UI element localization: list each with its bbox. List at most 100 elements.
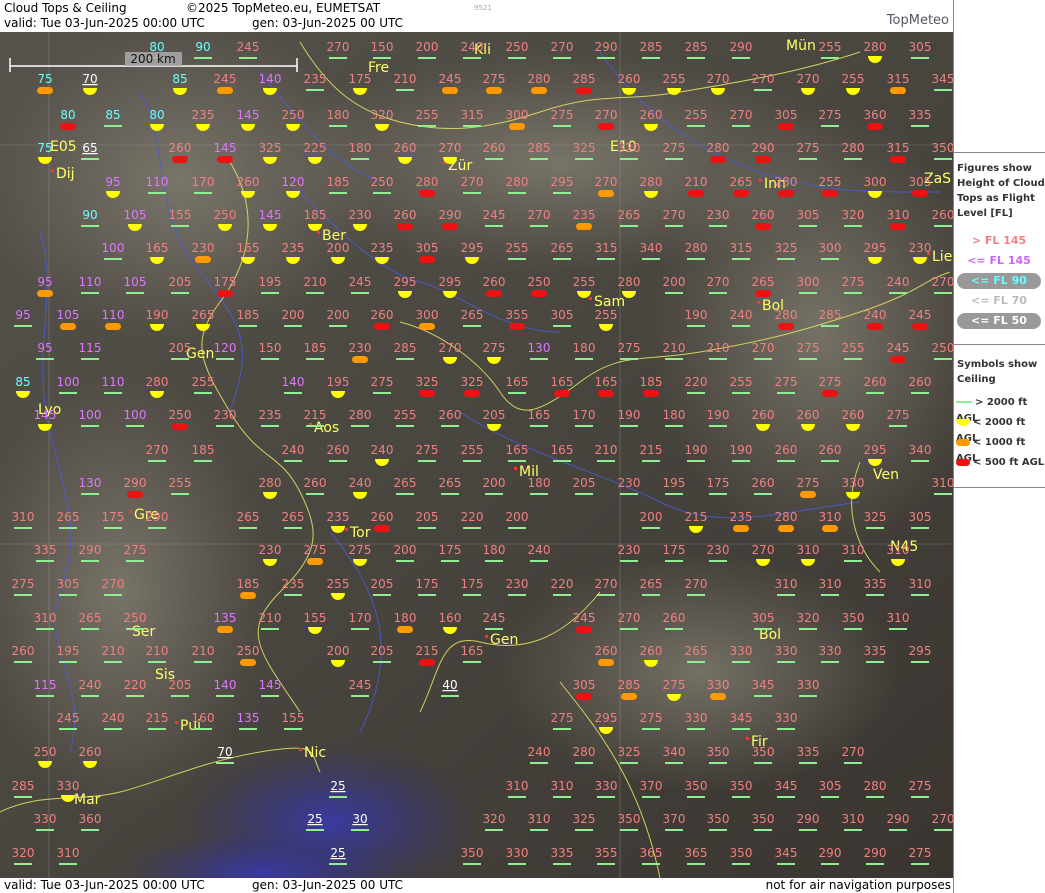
cloud-top-value: 200 [416,40,439,54]
ceiling-symbol-red [778,123,794,130]
cloud-top-value: 210 [707,341,730,355]
cloud-top-value: 105 [124,208,147,222]
cloud-top-value: 275 [663,678,686,692]
cloud-top-value: 330 [775,711,798,725]
cloud-top-value: 200 [506,510,529,524]
cloud-top-value: 305 [416,241,439,255]
ceiling-symbol-orange [800,491,816,498]
cloud-top-value: 295 [864,241,887,255]
cloud-top-value: 310 [528,812,551,826]
cloud-top-value: 205 [573,476,596,490]
cloud-top-value: 280 [349,408,372,422]
cloud-top-value: 270 [146,443,169,457]
cloud-top-value: 215 [416,644,439,658]
cloud-top-value: 225 [304,141,327,155]
cloud-top-value: 240 [349,476,372,490]
cloud-top-value: 190 [730,443,753,457]
cloud-top-value: 335 [797,745,820,759]
cloud-top-value: 260 [640,108,663,122]
cloud-top-value: 310 [887,208,910,222]
cloud-top-value: 265 [752,275,775,289]
cloud-top-value: 250 [528,275,551,289]
footer-generation-time: gen: 03-Jun-2025 00 UTC [252,878,404,892]
map-footer: valid: Tue 03-Jun-2025 00:00 UTC gen: 03… [0,878,953,893]
cloud-top-value: 325 [864,510,887,524]
ceiling-symbol-orange [621,693,637,700]
cloud-top-value: 170 [573,408,596,422]
cloud-top-value: 255 [685,108,708,122]
cloud-top-value: 265 [282,510,305,524]
cloud-top-value: 165 [595,375,618,389]
ceiling-symbol-red [127,491,143,498]
cloud-top-value: 350 [752,745,775,759]
cloud-top-value: 155 [282,711,305,725]
city-dot [746,737,749,740]
cloud-top-value: 240 [528,543,551,557]
ceiling-symbol-red [912,190,928,197]
cloud-top-value: 270 [685,577,708,591]
cloud-top-value: 365 [685,846,708,860]
ceiling-symbol-red [867,123,883,130]
legend-figure-label: > FL 145 [971,234,1027,247]
cloud-top-value: 305 [909,40,932,54]
cloud-top-value: 185 [237,308,260,322]
cloud-top-value: 270 [797,72,820,86]
cloud-top-value: 245 [214,72,237,86]
cloud-top-value: 260 [663,611,686,625]
cloud-top-value: 165 [551,375,574,389]
cloud-top-value: 315 [887,141,910,155]
ceiling-symbol-red [172,156,188,163]
cloud-top-value: 240 [102,711,125,725]
ceiling-symbol-orange [240,592,256,599]
city-name: Gen [490,632,518,648]
cloud-top-value: 210 [304,275,327,289]
cloud-top-value: 350 [618,812,641,826]
ceiling-symbol-orange [733,525,749,532]
ceiling-symbol-red [419,190,435,197]
cloud-top-value: 275 [349,543,372,557]
scale-bar-label: 200 km [130,52,175,66]
cloud-tops-map: FreKli MünE05 E10Dij ZürInn ZaSBerLieSam BolG… [0,32,953,878]
cloud-top-value: 350 [707,745,730,759]
cloud-top-value: 280 [618,275,641,289]
cloud-top-value: 230 [349,341,372,355]
cloud-top-value: 145 [214,141,237,155]
cloud-top-value: 310 [551,779,574,793]
city-name: Lie [932,249,952,265]
cloud-top-value: 175 [349,72,372,86]
cloud-top-value: 290 [752,141,775,155]
topmeteo-logo: TopMeteo [887,1,969,28]
cloud-top-value: 250 [282,108,305,122]
cloud-top-value: 250 [371,175,394,189]
cloud-top-value: 80 [149,108,164,122]
cloud-top-value: 325 [573,141,596,155]
cloud-top-value: 240 [730,308,753,322]
city-dot [317,231,320,234]
cloud-top-value: 265 [192,308,215,322]
cloud-top-value: 270 [932,275,953,289]
cloud-top-value: 260 [394,141,417,155]
cloud-top-value: 290 [864,846,887,860]
cloud-top-value: 210 [663,341,686,355]
station-marker: 70 [82,72,98,95]
cloud-top-value: 220 [461,510,484,524]
ceiling-symbol-red [397,223,413,230]
cloud-top-value: 280 [573,745,596,759]
cloud-top-value: 275 [819,375,842,389]
cloud-top-value: 255 [416,108,439,122]
cloud-top-value: 200 [327,241,350,255]
cloud-top-value: 240 [461,40,484,54]
disclaimer: not for air navigation purposes [765,878,951,892]
cloud-top-value: 165 [506,375,529,389]
legend-symbol-label: < 500 ft AGL [973,457,1045,468]
cloud-top-value: 235 [371,241,394,255]
cloud-top-value: 135 [237,711,260,725]
cloud-top-value: 330 [57,779,80,793]
city-name: Ser [132,624,156,640]
cloud-top-value: 270 [730,108,753,122]
cloud-top-value: 200 [483,476,506,490]
city-dot [299,748,302,751]
cloud-top-value: 100 [102,241,125,255]
cloud-top-value: 175 [102,510,125,524]
cloud-top-value: 280 [707,141,730,155]
